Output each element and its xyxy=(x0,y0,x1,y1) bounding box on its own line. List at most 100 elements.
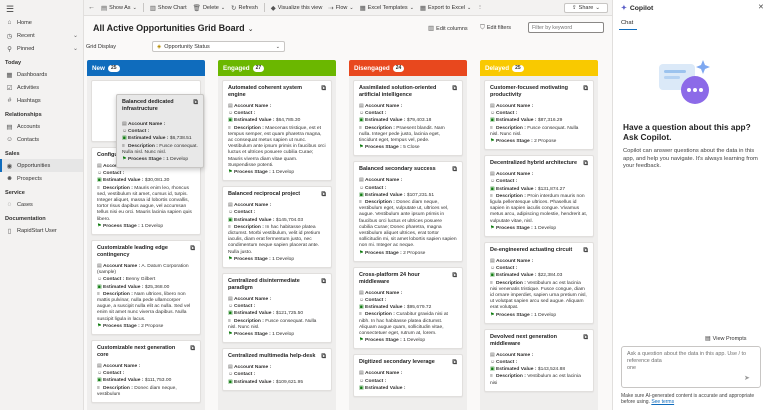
opportunity-card[interactable]: Cross-platform 24 hour middleware ⧉ ▤Acc… xyxy=(353,266,463,350)
opportunity-card[interactable]: Balanced secondary success ⧉ ▤Account Na… xyxy=(353,161,463,262)
card-title: Centralized disintermediate paradigm xyxy=(228,278,300,292)
open-record-icon[interactable]: ⧉ xyxy=(452,272,457,279)
field-description: ≡ Description : Nam ultrices, libero non … xyxy=(97,290,191,322)
open-record-icon[interactable]: ⧉ xyxy=(452,166,457,173)
opportunity-card[interactable]: Decentralized hybrid architecture ⧉ ▤Acc… xyxy=(484,155,594,238)
field-contact: ☺Contact : xyxy=(490,265,518,272)
sidebar-item-contacts[interactable]: ☺ Contacts xyxy=(0,133,83,146)
field-stage: ⚑ Process Stage : 1 Develop xyxy=(490,311,557,318)
field-contact: ☺Contact : xyxy=(490,178,518,185)
field-account: ▤Account Name : A. Datum Corporation (sa… xyxy=(97,263,189,276)
open-record-icon[interactable]: ⧉ xyxy=(583,160,588,167)
field-account: ▤Account Name : xyxy=(359,103,403,109)
card-title: Customizable leading edge contingency xyxy=(97,245,168,259)
open-record-icon[interactable]: ⧉ xyxy=(583,247,588,254)
open-record-icon[interactable]: ⧉ xyxy=(583,334,588,341)
open-record-icon[interactable]: ⧉ xyxy=(452,85,457,92)
chevron-down-icon: ⌄ xyxy=(247,26,254,33)
excel-template-icon: ▦ xyxy=(359,4,366,12)
sidebar-item-hashtags[interactable]: # Hashtags xyxy=(0,94,83,107)
opportunity-card[interactable]: Assimilated solution-oriented artificial… xyxy=(353,80,463,157)
column-header[interactable]: Disengaged 24 xyxy=(349,60,467,76)
board-column-engaged: Engaged 27 Automated coherent system eng… xyxy=(218,60,336,410)
excel-export-icon: ▦ xyxy=(419,4,427,12)
opportunity-card[interactable]: Customizable next generation core ⧉ ▤Acc… xyxy=(91,340,201,404)
view-selector[interactable]: All Active Opportunities Grid Board ⌄ xyxy=(93,23,254,33)
send-icon[interactable]: ➤ xyxy=(744,374,750,382)
sidebar-item-prospects[interactable]: ☻ Prospects xyxy=(0,172,83,185)
sidebar-item-rapidstart-user[interactable]: ▯ RapidStart User xyxy=(0,224,83,237)
opportunity-card[interactable]: Centralized multimedia help-desk ⧉ ▤Acco… xyxy=(222,348,332,391)
visualize-button[interactable]: ◆ Visualize this view xyxy=(271,4,323,12)
field-value: ▣Estimated Value : $109,621.95 xyxy=(228,378,304,385)
opportunity-card[interactable]: De-engineered actuating circuit ⧉ ▤Accou… xyxy=(484,242,594,324)
field-account: ▤Account Name : xyxy=(97,363,141,370)
share-button[interactable]: ⇪ Share ⌄ xyxy=(564,3,608,13)
card-title: Customer-focused motivating productivity xyxy=(490,85,568,98)
hover-card[interactable]: Balanced dedicated infrastructure ⧉ ▤Acc… xyxy=(116,94,204,169)
opportunity-card[interactable]: Balanced reciprocal project ⧉ ▤Account N… xyxy=(222,186,332,269)
opportunity-card[interactable]: Customizable leading edge contingency ⧉ … xyxy=(91,240,201,336)
column-header[interactable]: Delayed 25 xyxy=(480,60,598,76)
opportunity-card[interactable]: Customer-focused motivating productivity… xyxy=(484,80,594,151)
opportunity-card[interactable]: Automated coherent system engine ⧉ ▤Acco… xyxy=(222,80,332,182)
hamburger-menu-icon[interactable]: ☰ xyxy=(0,0,83,16)
close-icon[interactable]: ✕ xyxy=(758,3,764,11)
show-as-button[interactable]: ▤ Show As ⌄ xyxy=(101,4,137,12)
open-record-icon[interactable]: ⧉ xyxy=(452,359,457,366)
delete-button[interactable]: 🗑 Delete ⌄ xyxy=(193,4,225,12)
column-header[interactable]: Engaged 27 xyxy=(218,60,336,76)
edit-columns-button[interactable]: ▥ Edit columns xyxy=(428,24,468,32)
copilot-title: Copilot xyxy=(629,4,654,12)
open-record-icon[interactable]: ⧉ xyxy=(321,278,326,285)
sidebar-item-opportunities[interactable]: ◉ Opportunities xyxy=(0,159,83,172)
view-prompts-button[interactable]: ▤ View Prompts xyxy=(705,335,747,342)
refresh-button[interactable]: ↻ Refresh xyxy=(231,4,258,12)
opportunity-card[interactable]: Devolved next generation middleware ⧉ ▤A… xyxy=(484,328,594,392)
open-record-icon[interactable]: ⧉ xyxy=(190,245,195,252)
excel-templates-button[interactable]: ▦ Excel Templates ⌄ xyxy=(360,4,414,12)
see-terms-link[interactable]: See terms xyxy=(651,399,674,405)
open-record-icon[interactable]: ⧉ xyxy=(193,99,198,106)
field-description: ≡ Description : Praesent blandit. Nam nul… xyxy=(359,124,445,144)
sidebar-item-dashboards[interactable]: ▦ Dashboards xyxy=(0,68,83,81)
building-icon: ▤ xyxy=(6,123,13,131)
column-header[interactable]: New 25 xyxy=(87,60,205,76)
count-badge: 25 xyxy=(107,64,120,72)
field-contact: ☺Contact : xyxy=(359,377,387,384)
edit-filters-button[interactable]: ⛉ Edit filters xyxy=(480,24,511,32)
show-chart-button[interactable]: ▥ Show Chart xyxy=(150,4,187,12)
field-stage: ⚑ Process Stage : 1 Develop xyxy=(97,222,164,229)
field-contact: ☺Contact : xyxy=(228,303,256,310)
open-record-icon[interactable]: ⧉ xyxy=(321,85,326,92)
open-record-icon[interactable]: ⧉ xyxy=(321,191,326,198)
sidebar-item-cases[interactable]: ◌ Cases xyxy=(0,198,83,211)
sidebar-item-activities[interactable]: ☑ Activities xyxy=(0,81,83,94)
field-account: ▤Account Name : xyxy=(359,177,403,184)
sidebar-item-recent[interactable]: ◷ Recent ⌄ xyxy=(0,29,83,42)
opportunity-card[interactable]: Digitized secondary leverage ⧉ ▤Account … xyxy=(353,354,463,398)
copilot-input[interactable]: Ask a question about the data in this ap… xyxy=(621,346,761,388)
grid-display-select[interactable]: ◈ Opportunity Status ⌄ xyxy=(152,41,285,52)
opportunity-card[interactable]: Centralized disintermediate paradigm ⧉ ▤… xyxy=(222,273,332,344)
contact-icon: ☺ xyxy=(6,136,13,143)
open-record-icon[interactable]: ⧉ xyxy=(321,353,326,360)
document-icon: ▯ xyxy=(7,227,12,235)
open-record-icon[interactable]: ⧉ xyxy=(583,85,588,92)
visualize-icon: ◆ xyxy=(270,4,276,12)
sidebar-item-pinned[interactable]: ⚲ Pinned ⌄ xyxy=(0,42,83,55)
export-excel-button[interactable]: ▦ Export to Excel ⌄ xyxy=(420,4,471,12)
count-badge: 27 xyxy=(252,64,265,72)
field-description: ≡ Description : Donec diam neque, vestibu… xyxy=(97,384,177,397)
open-record-icon[interactable]: ⧉ xyxy=(190,345,195,352)
sidebar-item-home[interactable]: ⌂ Home xyxy=(0,16,83,29)
tab-chat[interactable]: Chat xyxy=(621,20,633,26)
command-bar: ← ▤ Show As ⌄ ▥ Show Chart 🗑 Delete ⌄ ↻ … xyxy=(84,0,612,16)
sidebar-item-accounts[interactable]: ▤ Accounts xyxy=(0,120,83,133)
back-arrow-icon[interactable]: ← xyxy=(88,4,95,11)
filter-keyword-input[interactable] xyxy=(528,22,604,33)
field-stage: ⚑ Process Stage : 2 Propose xyxy=(490,138,557,145)
field-description: ≡ Description : Curabitur gravida nisi at… xyxy=(359,311,448,337)
more-commands-icon[interactable]: ⋮ xyxy=(477,5,483,11)
flow-button[interactable]: ⇢ Flow ⌄ xyxy=(328,4,353,12)
